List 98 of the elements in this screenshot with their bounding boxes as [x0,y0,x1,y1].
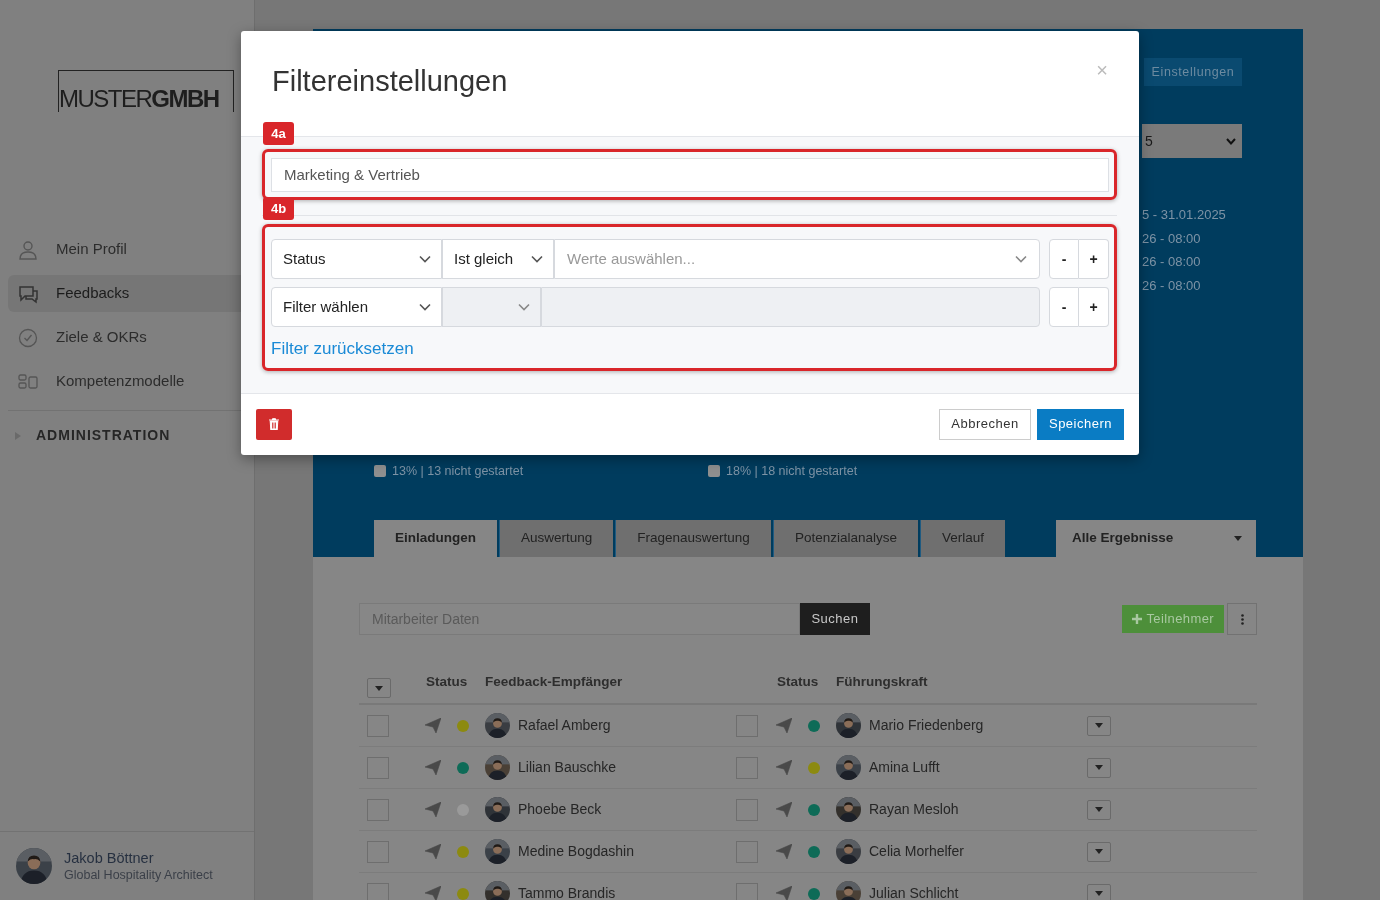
delete-button[interactable] [256,408,292,440]
plus-icon [1132,614,1143,624]
column-header: Führungskraft [836,672,929,691]
send-icon [425,886,441,900]
tab[interactable]: Fragenauswertung [615,520,771,557]
caret-down-icon [1095,723,1103,728]
period-select[interactable]: 5 [1142,124,1242,158]
row-menu-button[interactable] [1087,715,1111,736]
send-icon [776,802,792,817]
modal-title: Filtereinstellungen [272,64,508,99]
send-icon [425,718,441,733]
caret-down-icon [1095,765,1103,770]
person-name: Celia Morhelfer [869,842,965,861]
add-participant-button[interactable]: Teilnehmer [1122,605,1224,633]
chat-bubbles-icon [18,283,38,304]
tab[interactable]: Auswertung [499,520,614,557]
user-name: Jakob Böttner [64,848,155,867]
send-icon [776,718,792,733]
caret-down-icon [1234,536,1242,541]
operator-select[interactable]: Ist gleich [442,239,554,279]
row-checkbox[interactable] [367,840,389,863]
user-role: Global Hospitality Architect [64,866,213,884]
logo: MUSTERGMBH [58,70,234,112]
send-icon [425,760,441,775]
results-dropdown[interactable]: Alle Ergebnisse [1056,520,1256,557]
row-checkbox[interactable] [736,756,758,779]
person-name: Julian Schlicht [869,884,960,900]
chevron-down-icon [1226,137,1236,145]
send-icon [776,886,792,900]
legend-text: 13% | 13 nicht gestartet [392,463,524,479]
close-button[interactable]: × [1096,54,1108,85]
caret-down-icon [1095,807,1103,812]
date-text: 26 - 08:00 [1142,276,1202,295]
person-name: Mario Friedenberg [869,716,985,735]
date-text: 26 - 08:00 [1142,229,1202,248]
row-menu-button[interactable] [1087,799,1111,820]
row-checkbox[interactable] [367,714,389,737]
chevron-down-icon [419,303,431,311]
cancel-button[interactable]: Abbrechen [939,408,1031,440]
tab[interactable]: Einladungen [374,520,497,557]
row-menu-button[interactable] [1087,757,1111,778]
row-checkbox[interactable] [736,798,758,821]
trash-icon [269,418,279,430]
row-menu-button[interactable] [1087,883,1111,900]
row-checkbox[interactable] [736,714,758,737]
sidebar-item[interactable]: Ziele & OKRs [8,319,254,356]
person-icon [18,239,38,260]
add-filter-button[interactable]: + [1079,239,1109,279]
field-select[interactable]: Status [271,239,442,279]
save-button[interactable]: Speichern [1037,408,1124,440]
legend-text: 18% | 18 nicht gestartet [726,463,858,479]
person-name: Tammo Brandis [518,884,617,900]
chevron-down-icon [1015,255,1027,263]
person-name: Rayan Mesloh [869,800,960,819]
send-icon [776,844,792,859]
settings-button[interactable]: Einstellungen [1144,58,1242,86]
person-name: Phoebe Beck [518,800,603,819]
more-button[interactable] [1227,603,1257,635]
send-icon [776,760,792,775]
column-header: Status [426,672,469,691]
blocks-icon [18,371,38,392]
person-name: Medine Bogdashin [518,842,635,861]
row-checkbox[interactable] [367,882,389,900]
tab[interactable]: Potenzialanalyse [772,520,918,557]
person-name: Amina Lufft [869,758,941,777]
send-icon [425,844,441,859]
row-checkbox[interactable] [367,756,389,779]
name-field[interactable]: Marketing & Vertrieb [271,158,1109,192]
row-checkbox[interactable] [736,840,758,863]
sidebar-item[interactable]: Mein Profil [8,231,254,268]
column-header: Feedback-Empfänger [485,672,624,691]
tab[interactable]: Verlauf [919,520,1005,557]
date-text: 26 - 08:00 [1142,253,1202,271]
row-menu-button[interactable] [1087,841,1111,862]
person-name: Lilian Bauschke [518,758,618,777]
annotation-badge: 4b [263,197,294,220]
reset-filter-link[interactable]: Filter zurücksetzen [271,336,414,362]
select-all-dropdown[interactable] [367,678,391,698]
row-checkbox[interactable] [736,882,758,900]
caret-down-icon [1095,891,1103,896]
send-icon [425,802,441,817]
chevron-down-icon [531,255,543,263]
check-circle-icon [18,327,38,348]
caret-down-icon [375,685,383,691]
annotation-badge: 4a [263,122,294,145]
person-name: Rafael Amberg [518,716,612,735]
search-button[interactable]: Suchen [800,603,870,635]
kebab-icon [1240,613,1244,625]
date-text: 5 - 31.01.2025 [1142,206,1227,224]
column-header: Status [777,672,820,691]
chevron-down-icon [518,303,530,311]
chevron-down-icon [419,255,431,263]
sidebar-item[interactable]: Kompetenzmodelle [8,363,254,400]
caret-down-icon [1095,849,1103,854]
row-checkbox[interactable] [367,798,389,821]
section-toggle[interactable]: ADMINISTRATION [0,411,254,446]
remove-filter-button[interactable]: - [1049,239,1079,279]
values-select[interactable]: Werte auswählen... [554,239,1040,279]
